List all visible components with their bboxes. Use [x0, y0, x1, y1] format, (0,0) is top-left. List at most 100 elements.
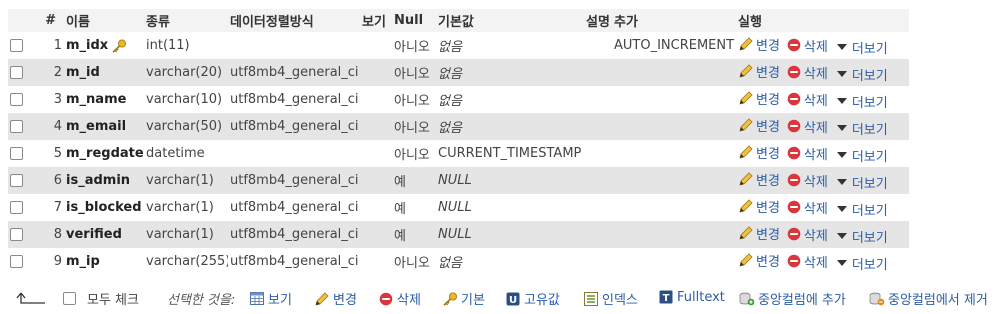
header-collation[interactable]: 데이터정렬방식 — [228, 9, 360, 32]
add-central-column-icon — [739, 291, 755, 307]
header-type[interactable]: 종류 — [144, 9, 228, 32]
field-null: 아니오 — [392, 248, 436, 275]
row-checkbox-cell[interactable] — [8, 59, 30, 86]
drop-button[interactable]: 삭제 — [786, 144, 828, 163]
row-checkbox[interactable] — [10, 93, 23, 106]
edit-label: 변경 — [756, 200, 780, 216]
drop-button[interactable]: 삭제 — [786, 63, 828, 82]
edit-label: 변경 — [756, 173, 780, 189]
check-all-label[interactable]: 모두 체크 — [87, 289, 139, 308]
row-checkbox-cell[interactable] — [8, 248, 30, 275]
table-row[interactable]: 9 m_ip varchar(255) utf8mb4_general_ci 아니오 없음… — [8, 248, 909, 275]
more-dropdown[interactable]: 더보기 — [834, 38, 888, 57]
bulk-fulltext-button[interactable]: T Fulltext — [658, 289, 725, 305]
more-dropdown[interactable]: 더보기 — [834, 92, 888, 111]
more-dropdown[interactable]: 더보기 — [834, 227, 888, 246]
bulk-change-button[interactable]: 변경 — [314, 289, 357, 308]
drop-button[interactable]: 삭제 — [786, 117, 828, 136]
table-row[interactable]: 5 m_regdate datetime 아니오 CURRENT_TIMESTAMP 변경… — [8, 140, 909, 167]
edit-button[interactable]: 변경 — [738, 197, 780, 216]
row-checkbox[interactable] — [10, 147, 23, 160]
more-dropdown[interactable]: 더보기 — [834, 65, 888, 84]
header-comments[interactable]: 설명 — [584, 9, 612, 32]
field-extra — [612, 194, 736, 221]
table-row[interactable]: 6 is_admin varchar(1) utf8mb4_general_ci 예 NU… — [8, 167, 909, 194]
edit-button[interactable]: 변경 — [738, 35, 780, 54]
row-checkbox-cell[interactable] — [8, 167, 30, 194]
edit-button[interactable]: 변경 — [738, 143, 780, 162]
drop-button[interactable]: 삭제 — [786, 90, 828, 109]
row-checkbox-cell[interactable] — [8, 113, 30, 140]
header-default[interactable]: 기본값 — [436, 9, 584, 32]
table-row[interactable]: 3 m_name varchar(10) utf8mb4_general_ci 아니오 없… — [8, 86, 909, 113]
row-checkbox[interactable] — [10, 174, 23, 187]
bulk-drop-button[interactable]: 삭제 — [378, 289, 421, 308]
bulk-index-button[interactable]: 인덱스 — [583, 289, 638, 308]
row-actions: 변경 삭제 더보기 — [736, 32, 909, 59]
drop-button[interactable]: 삭제 — [786, 171, 828, 190]
header-name[interactable]: 이름 — [64, 9, 144, 32]
header-attributes[interactable]: 보기 — [360, 9, 392, 32]
row-checkbox[interactable] — [10, 39, 23, 52]
edit-label: 변경 — [756, 146, 780, 162]
check-all-control[interactable]: 모두 체크 — [63, 289, 139, 308]
table-row[interactable]: 7 is_blocked varchar(1) utf8mb4_general_ci 예… — [8, 194, 909, 221]
more-dropdown[interactable]: 더보기 — [834, 146, 888, 165]
row-checkbox-cell[interactable] — [8, 194, 30, 221]
row-checkbox[interactable] — [10, 228, 23, 241]
edit-button[interactable]: 변경 — [738, 170, 780, 189]
field-type: varchar(1) — [144, 194, 228, 221]
row-checkbox[interactable] — [10, 120, 23, 133]
select-arrow-icon — [16, 291, 46, 305]
table-row[interactable]: 4 m_email varchar(50) utf8mb4_general_ci 아니오… — [8, 113, 909, 140]
more-dropdown[interactable]: 더보기 — [834, 173, 888, 192]
row-checkbox[interactable] — [10, 201, 23, 214]
table-header-row: # 이름 종류 데이터정렬방식 보기 Null 기본값 설명 추가 실행 — [8, 9, 909, 32]
more-dropdown[interactable]: 더보기 — [834, 254, 888, 273]
field-type: varchar(1) — [144, 167, 228, 194]
table-row[interactable]: 2 m_id varchar(20) utf8mb4_general_ci 아니오 없음 변… — [8, 59, 909, 86]
table-row[interactable]: 1 m_idx int(11) 아니오 없음 AUTO_INCREMENT 변경 삭제 더보기 — [8, 32, 909, 59]
drop-button[interactable]: 삭제 — [786, 36, 828, 55]
bulk-browse-button[interactable]: 보기 — [249, 289, 292, 308]
bulk-add-central-button[interactable]: 중앙컬럼에 추가 — [739, 289, 846, 308]
more-label: 더보기 — [851, 122, 888, 138]
field-comments — [584, 86, 612, 113]
table-row[interactable]: 8 verified varchar(1) utf8mb4_general_ci 예 NU… — [8, 221, 909, 248]
drop-button[interactable]: 삭제 — [786, 198, 828, 217]
bulk-primary-label: 기본 — [461, 293, 485, 308]
edit-button[interactable]: 변경 — [738, 251, 780, 270]
more-label: 더보기 — [851, 176, 888, 192]
row-checkbox-cell[interactable] — [8, 221, 30, 248]
more-dropdown[interactable]: 더보기 — [834, 200, 888, 219]
drop-button[interactable]: 삭제 — [786, 252, 828, 271]
field-attributes — [360, 59, 392, 86]
header-null[interactable]: Null — [392, 9, 436, 32]
field-null: 예 — [392, 221, 436, 248]
edit-label: 변경 — [756, 227, 780, 243]
structure-table: # 이름 종류 데이터정렬방식 보기 Null 기본값 설명 추가 실행 1 m_… — [8, 9, 909, 275]
header-extra[interactable]: 추가 — [612, 9, 736, 32]
edit-button[interactable]: 변경 — [738, 62, 780, 81]
row-actions: 변경 삭제 더보기 — [736, 140, 909, 167]
bulk-unique-button[interactable]: U 고유값 — [505, 289, 560, 308]
field-null: 아니오 — [392, 32, 436, 59]
edit-button[interactable]: 변경 — [738, 116, 780, 135]
more-dropdown[interactable]: 더보기 — [834, 119, 888, 138]
bulk-remove-central-button[interactable]: 중앙컬럼에서 제거 — [869, 289, 988, 308]
field-collation — [228, 32, 360, 59]
drop-button[interactable]: 삭제 — [786, 225, 828, 244]
row-checkbox[interactable] — [10, 66, 23, 79]
bulk-primary-button[interactable]: 기본 — [442, 289, 485, 308]
edit-button[interactable]: 변경 — [738, 224, 780, 243]
field-name: m_regdate — [66, 146, 144, 161]
edit-button[interactable]: 변경 — [738, 89, 780, 108]
row-checkbox-cell[interactable] — [8, 140, 30, 167]
check-all-checkbox[interactable] — [63, 292, 76, 305]
field-type: varchar(255) — [144, 248, 228, 275]
row-checkbox-cell[interactable] — [8, 86, 30, 113]
row-number: 8 — [30, 221, 64, 248]
row-checkbox-cell[interactable] — [8, 32, 30, 59]
row-checkbox[interactable] — [10, 255, 23, 268]
field-default: NULL — [436, 221, 584, 248]
